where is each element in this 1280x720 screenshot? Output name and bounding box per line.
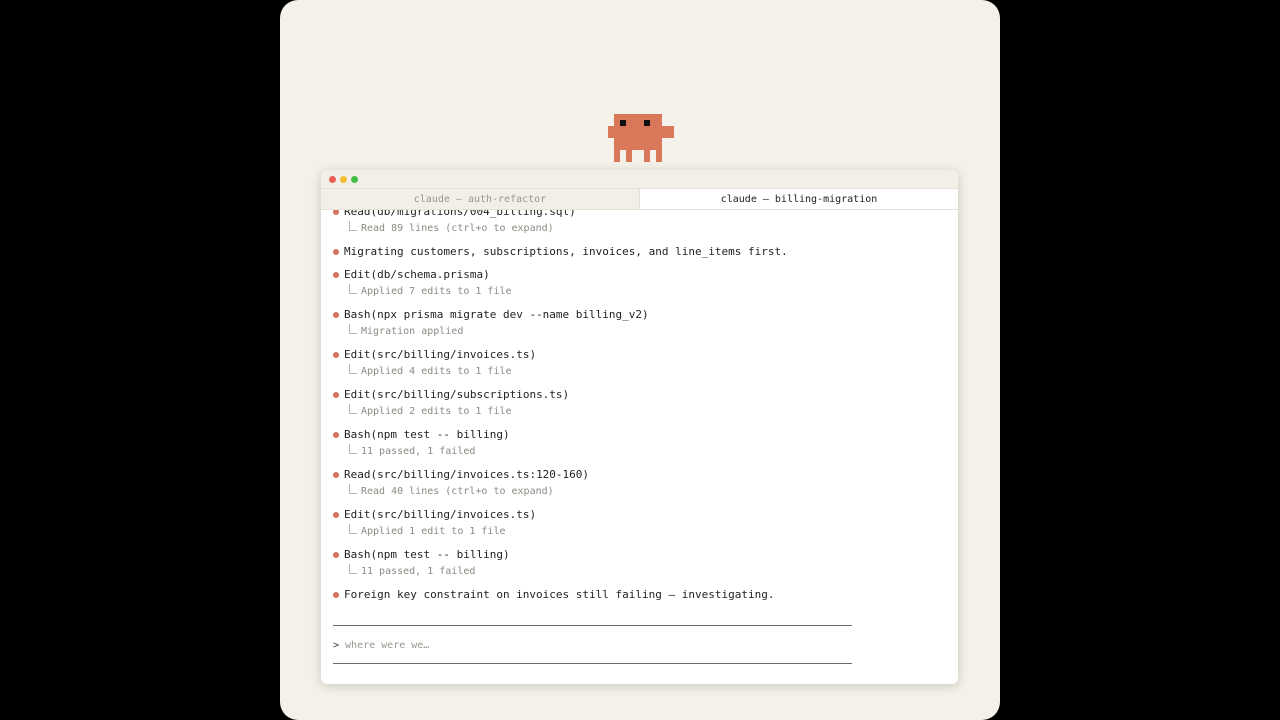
tool-result: 11 passed, 1 failed: [361, 446, 476, 457]
tool-arg: (npx prisma migrate dev --name billing_v…: [370, 308, 649, 321]
bullet-icon: [333, 271, 339, 278]
tab-billing-migration[interactable]: claude — billing-migration: [640, 189, 958, 209]
branch-icon: [349, 363, 357, 374]
tool-result: Applied 2 edits to 1 file: [361, 406, 512, 417]
log-entry: Foreign key constraint on invoices still…: [333, 586, 946, 603]
tool-name: Bash: [344, 548, 371, 561]
tool-arg: (db/schema.prisma): [370, 268, 490, 281]
prompt-top-divider: [333, 625, 852, 626]
tool-result: Read 40 lines (ctrl+o to expand): [361, 486, 554, 497]
tool-result: Read 89 lines (ctrl+o to expand): [361, 223, 554, 234]
branch-icon: [349, 283, 357, 294]
branch-icon: [349, 443, 357, 454]
bullet-icon: [333, 248, 339, 255]
branch-icon: [349, 483, 357, 494]
tool-result: Applied 4 edits to 1 file: [361, 366, 512, 377]
tab-auth-refactor[interactable]: claude — auth-refactor: [321, 189, 640, 209]
stage-background: claude — auth-refactor claude — billing-…: [280, 0, 1000, 720]
maximize-window-button[interactable]: [351, 176, 358, 183]
log-entry: Read (src/billing/invoices.ts:120-160) Re…: [333, 466, 946, 500]
bullet-icon: [333, 391, 339, 398]
bullet-icon: [333, 511, 339, 518]
branch-icon: [349, 403, 357, 414]
prompt-input[interactable]: [345, 639, 826, 651]
branch-icon: [349, 323, 357, 334]
log-entry: Edit (db/schema.prisma) Applied 7 edits t…: [333, 266, 946, 300]
bullet-icon: [333, 351, 339, 358]
title-bar: [321, 170, 958, 189]
log-entry: Read (db/migrations/004_billing.sql) Read…: [333, 210, 946, 237]
tool-arg: (npm test -- billing): [370, 548, 510, 561]
bullet-icon: [333, 551, 339, 558]
log-entry: Edit (src/billing/invoices.ts) Applied 1 …: [333, 506, 946, 540]
tool-arg: (npm test -- billing): [370, 428, 510, 441]
conversation-log[interactable]: Read (db/migrations/004_billing.sql) Read…: [321, 210, 958, 620]
tool-arg: (src/billing/subscriptions.ts): [370, 388, 570, 401]
tool-result: Migration applied: [361, 326, 464, 337]
tool-arg: (db/migrations/004_billing.sql): [370, 210, 576, 218]
tab-bar: claude — auth-refactor claude — billing-…: [321, 189, 958, 210]
prompt-area: >: [333, 636, 826, 654]
tool-name: Read: [344, 210, 371, 218]
tool-result: Applied 7 edits to 1 file: [361, 286, 512, 297]
minimize-window-button[interactable]: [340, 176, 347, 183]
assistant-message: Foreign key constraint on invoices still…: [344, 588, 775, 601]
prompt-bottom-divider: [333, 663, 852, 664]
tool-name: Edit: [344, 348, 371, 361]
log-entry: Edit (src/billing/invoices.ts) Applied 4 …: [333, 346, 946, 380]
log-entry: Edit (src/billing/subscriptions.ts) Appli…: [333, 386, 946, 420]
bullet-icon: [333, 431, 339, 438]
assistant-message: Migrating customers, subscriptions, invo…: [344, 245, 788, 258]
tool-result: Applied 1 edit to 1 file: [361, 526, 506, 537]
bullet-icon: [333, 591, 339, 598]
bullet-icon: [333, 471, 339, 478]
log-entry: Bash (npm test -- billing) 11 passed, 1 f…: [333, 426, 946, 460]
tool-arg: (src/billing/invoices.ts): [370, 508, 537, 521]
tool-name: Edit: [344, 388, 371, 401]
claude-mascot-icon: [608, 114, 674, 162]
close-window-button[interactable]: [329, 176, 336, 183]
branch-icon: [349, 220, 357, 231]
tool-result: 11 passed, 1 failed: [361, 566, 476, 577]
tool-name: Bash: [344, 308, 371, 321]
log-entry: Bash (npx prisma migrate dev --name billi…: [333, 306, 946, 340]
log-entry: Migrating customers, subscriptions, invo…: [333, 243, 946, 260]
prompt-caret: >: [333, 639, 340, 651]
log-entry: Bash (npm test -- billing) 11 passed, 1 f…: [333, 546, 946, 580]
bullet-icon: [333, 210, 339, 215]
tool-name: Read: [344, 468, 371, 481]
tool-arg: (src/billing/invoices.ts:120-160): [370, 468, 590, 481]
tool-name: Edit: [344, 508, 371, 521]
bullet-icon: [333, 311, 339, 318]
tool-name: Bash: [344, 428, 371, 441]
tool-name: Edit: [344, 268, 371, 281]
branch-icon: [349, 563, 357, 574]
branch-icon: [349, 523, 357, 534]
terminal-window: claude — auth-refactor claude — billing-…: [321, 170, 958, 684]
tool-arg: (src/billing/invoices.ts): [370, 348, 537, 361]
